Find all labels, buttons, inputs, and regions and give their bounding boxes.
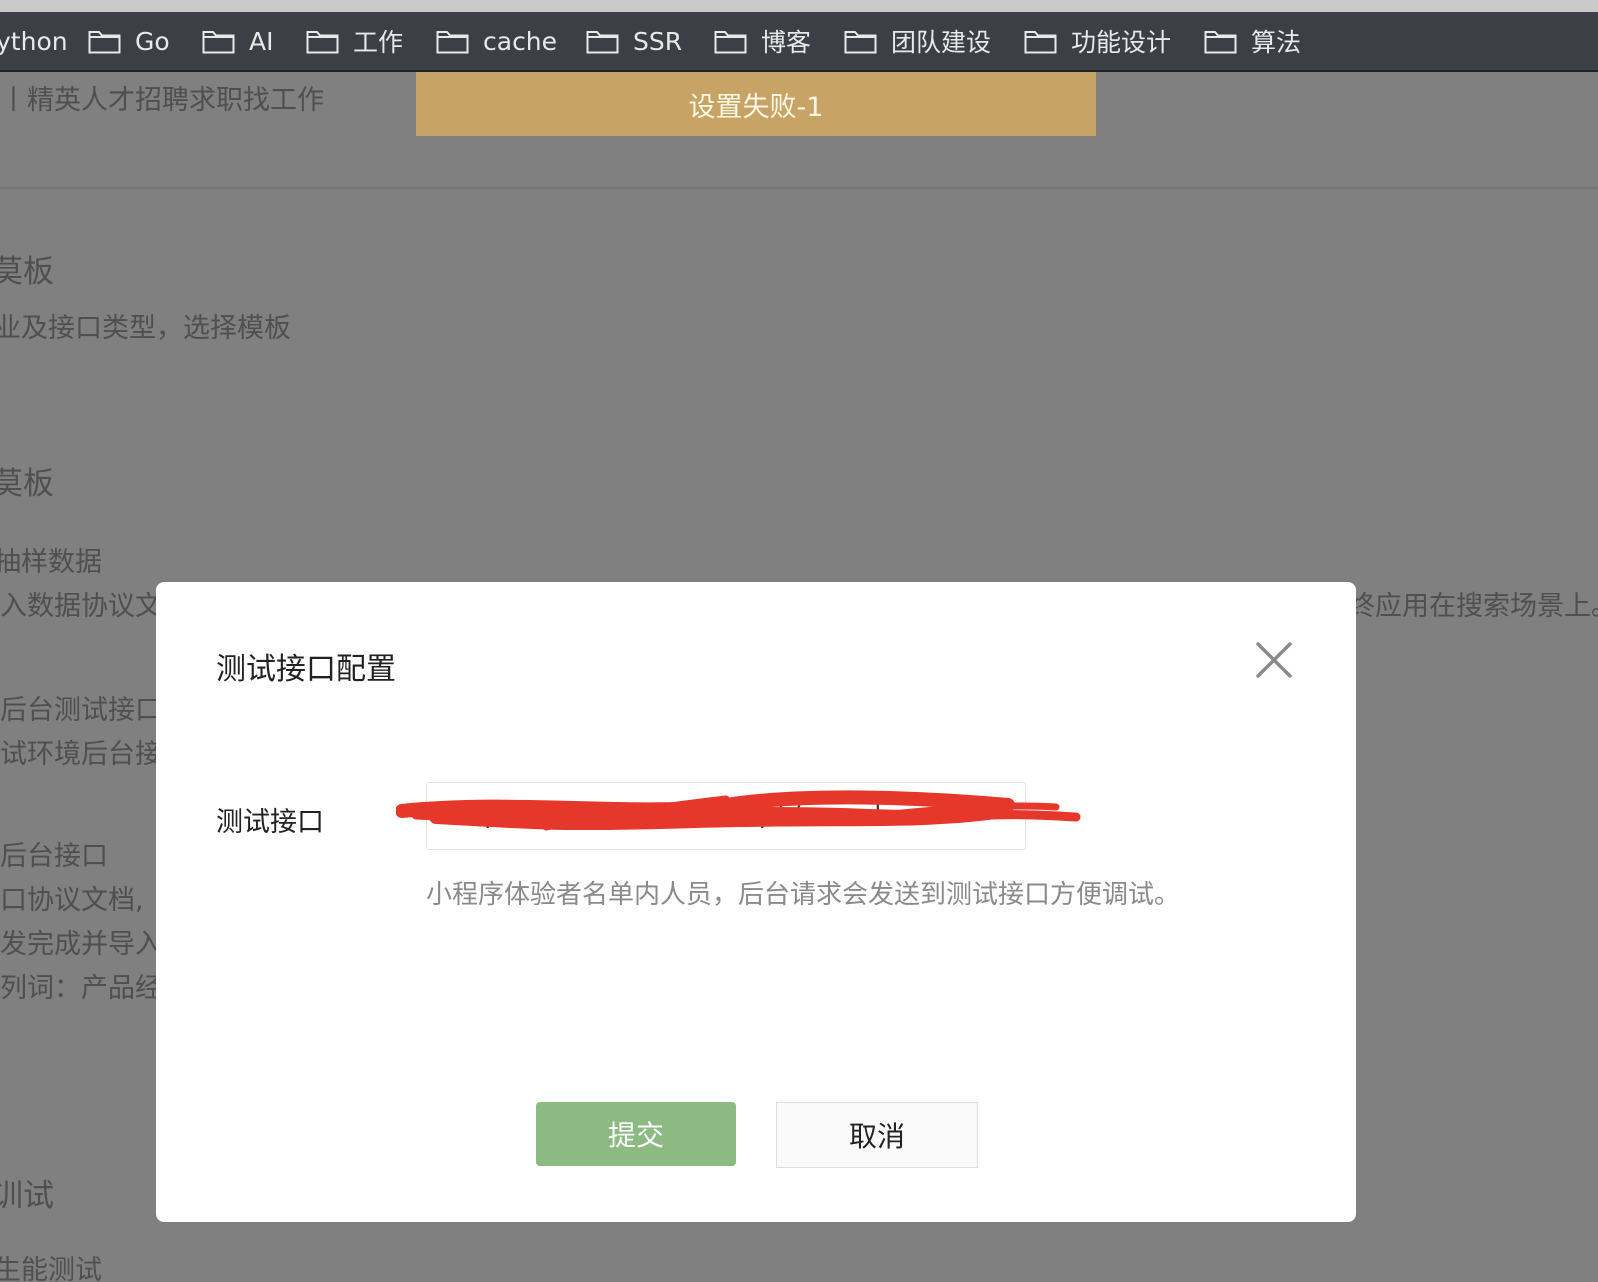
bookmark-label: cache (483, 26, 558, 56)
folder-icon (306, 30, 339, 53)
cancel-label: 取消 (848, 1120, 905, 1153)
bookmarks-bar: ython Go AI 工作 cache SSR 博客 团队建设 功能设计 算法 (0, 0, 1598, 72)
bookmark-feature-design[interactable]: 功能设计 (1024, 12, 1171, 70)
folder-icon (586, 30, 619, 53)
test-api-label: 测试接口 (216, 807, 324, 838)
step-text: 生能测试 (0, 1255, 102, 1282)
close-button[interactable] (1252, 638, 1296, 682)
step-text: 发完成并导入 (0, 929, 162, 960)
step-text: 后台接口 (0, 841, 108, 872)
section-heading: 莫板 (0, 466, 54, 502)
step-text: 抽样数据 (0, 547, 102, 578)
step-text: 口协议文档, (0, 885, 144, 916)
section-description: 业及接口类型，选择模板 (0, 313, 291, 344)
folder-icon (714, 30, 747, 53)
section-heading: 训试 (0, 1178, 54, 1214)
divider (0, 187, 1598, 189)
bookmark-label: ython (0, 26, 68, 56)
bookmark-label: 算法 (1251, 28, 1302, 57)
bookmark-blog[interactable]: 博客 (714, 12, 811, 70)
error-toast: 设置失败-1 (416, 72, 1096, 136)
step-text: 后台测试接口 (0, 695, 162, 726)
close-icon (1256, 642, 1292, 678)
bookmark-label: 工作 (353, 28, 404, 57)
test-api-hint: 小程序体验者名单内人员，后台请求会发送到测试接口方便调试。 (426, 880, 1181, 910)
bookmark-team[interactable]: 团队建设 (844, 12, 991, 70)
bookmark-label: SSR (633, 26, 683, 56)
folder-icon (1204, 30, 1237, 53)
bookmark-ai[interactable]: AI (202, 12, 273, 70)
dialog-title: 测试接口配置 (216, 652, 396, 687)
folder-icon (844, 30, 877, 53)
step-text: 入数据协议文 (0, 591, 162, 622)
toast-message: 设置失败-1 (688, 91, 824, 123)
submit-button[interactable]: 提交 (536, 1102, 736, 1166)
folder-icon (202, 30, 235, 53)
step-text: 列词：产品经 (0, 973, 162, 1004)
section-heading: 莫板 (0, 254, 54, 290)
bookmark-label: AI (249, 26, 274, 56)
bookmark-algorithm[interactable]: 算法 (1204, 12, 1301, 70)
bookmark-label: 功能设计 (1071, 28, 1172, 57)
submit-label: 提交 (607, 1119, 664, 1152)
step-text: 终应用在搜索场景上。 (1348, 591, 1598, 622)
folder-icon (88, 30, 121, 53)
test-api-value: http://test.xxxx.com/api/search (441, 801, 889, 829)
bookmark-python[interactable]: ython (0, 12, 68, 70)
bookmark-cache[interactable]: cache (436, 12, 557, 70)
bookmark-ssr[interactable]: SSR (586, 12, 682, 70)
folder-icon (436, 30, 469, 53)
cancel-button[interactable]: 取消 (776, 1102, 978, 1168)
bookmark-go[interactable]: Go (88, 12, 170, 70)
bookmark-label: 团队建设 (891, 28, 992, 57)
bookmark-label: Go (135, 26, 170, 56)
step-text: 试环境后台接 (0, 739, 162, 770)
test-api-input[interactable]: http://test.xxxx.com/api/search (426, 782, 1026, 850)
bookmark-work[interactable]: 工作 (306, 12, 403, 70)
folder-icon (1024, 30, 1057, 53)
site-title: 丨精英人才招聘求职找工作 (0, 85, 324, 116)
bookmark-label: 博客 (761, 28, 812, 57)
test-api-config-dialog: 测试接口配置 测试接口 http://test.xxxx.com/api/sea… (156, 582, 1356, 1222)
